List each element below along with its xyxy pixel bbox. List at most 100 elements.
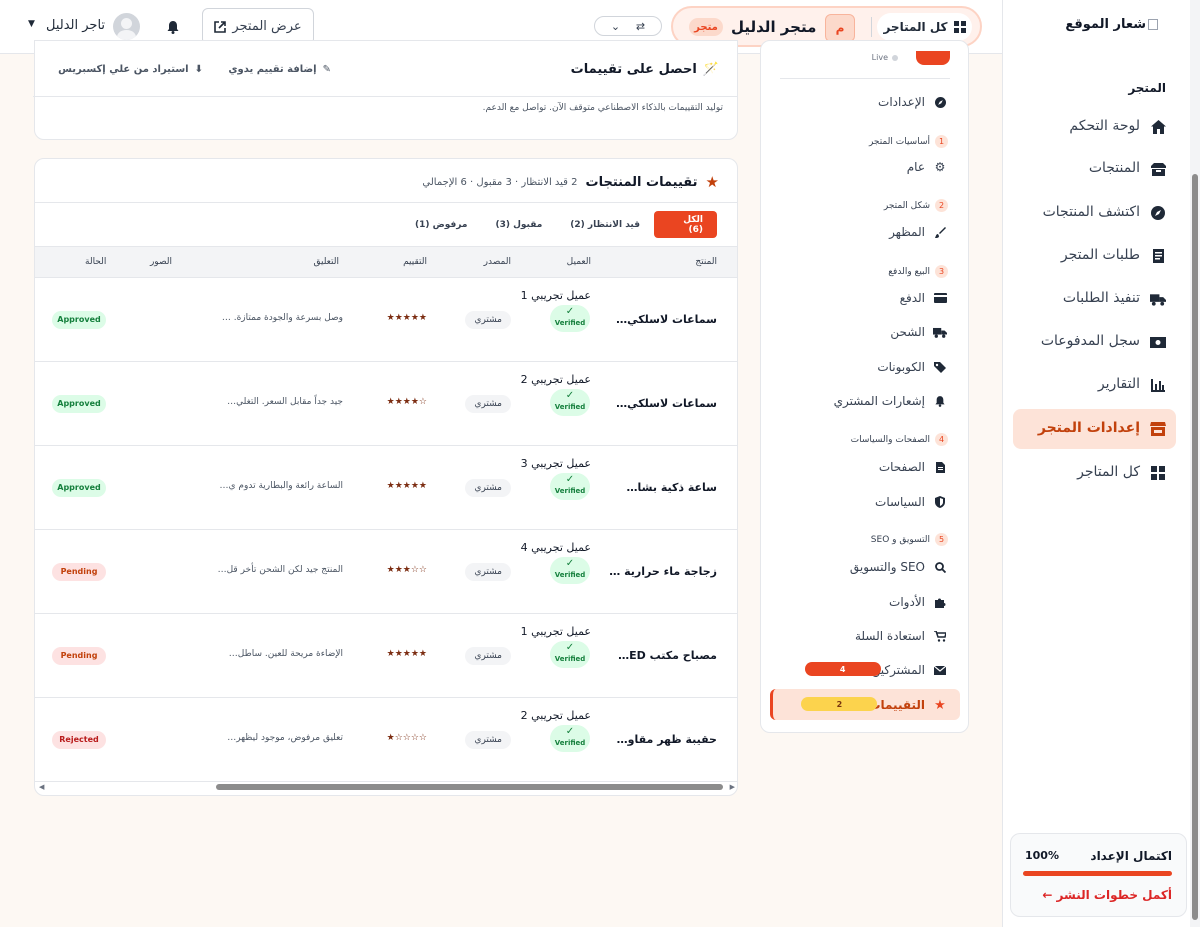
col-source: المصدر [483,257,511,267]
tab-rejected[interactable]: مرفوض (1) [401,211,481,238]
row-product[interactable]: زجاجة ماء حرارية … [609,565,717,578]
settings-group-pages: 4 الصفحات والسياسات [851,433,948,446]
view-store-label: عرض المتجر [232,19,302,34]
user-name[interactable]: تاجر الدليل [46,18,105,33]
caret-down-icon[interactable]: ▼ [28,19,35,29]
bell-icon [167,20,179,34]
settings-item-policies[interactable]: السياسات [875,491,948,513]
row-status-badge[interactable]: Pending [52,563,106,581]
add-manual-review-button[interactable]: ✎ إضافة تقييم يدوي [228,64,331,75]
row-product[interactable]: سماعات لاسلكي… [616,313,717,326]
settings-item-settings[interactable]: الإعدادات [878,91,948,113]
tab-all[interactable]: الكل (6) [654,211,717,238]
table-row[interactable]: ساعة ذكية بشا… عميل تجريبي 3 ✓ Verified م… [35,446,737,530]
settings-item-payment[interactable]: الدفع [900,287,948,309]
settings-item-label: SEO والتسويق [849,560,925,574]
settings-item-shipping[interactable]: الشحن [890,321,948,343]
site-logo[interactable]: شعار الموقع [1065,17,1158,32]
settings-item-reviews[interactable]: ★ التقييمات 2 [801,694,948,716]
table-row[interactable]: زجاجة ماء حرارية … عميل تجريبي 4 ✓ Verifi… [35,530,737,614]
sidebar-item-store-settings[interactable]: إعدادات المتجر [1013,409,1176,449]
table-row[interactable]: حقيبة ظهر مقاو… عميل تجريبي 2 ✓ Verified … [35,698,737,782]
reviews-title: تقييمات المنتجات [585,174,698,190]
subscribers-count-badge: 4 [804,662,881,676]
sidebar-item-orders[interactable]: طلبات المتجر [1013,236,1176,276]
brush-icon [932,224,948,240]
settings-item-tools[interactable]: الأدوات [889,591,948,613]
scroll-left-icon[interactable]: ◀ [39,783,44,791]
chart-icon [1150,377,1166,393]
settings-item-appearance[interactable]: المظهر [889,221,948,243]
row-status-badge[interactable]: Rejected [52,731,106,749]
sidebar-scrollbar[interactable] [1190,0,1200,927]
group-number: 1 [935,135,948,148]
notifications-button[interactable] [163,17,183,37]
reviews-header: ★ تقييمات المنتجات 2 قيد الانتظار · 3 مق… [422,173,719,191]
row-comment: تعليق مرفوض، موجود ليظهر… [227,733,343,743]
sidebar-item-label: لوحة التحكم [1069,118,1140,134]
settings-item-seo[interactable]: SEO والتسويق [850,556,948,578]
table-header: المنتج العميل المصدر التقييم التعليق الص… [35,246,737,278]
row-product[interactable]: مصباح مكتب ED… [618,649,717,662]
scrollbar-thumb[interactable] [216,784,723,790]
reviews-table: المنتج العميل المصدر التقييم التعليق الص… [35,246,737,782]
user-avatar[interactable] [113,13,140,40]
scrollbar-thumb[interactable] [1192,174,1198,920]
table-row[interactable]: سماعات لاسلكي… عميل تجريبي 1 ✓ Verified م… [35,278,737,362]
group-number: 3 [935,265,948,278]
verified-label: Verified [554,739,586,747]
table-row[interactable]: مصباح مكتب ED… عميل تجريبي 1 ✓ Verified م… [35,614,737,698]
sidebar-item-all-stores[interactable]: كل المتاجر [1013,453,1176,493]
table-row[interactable]: سماعات لاسلكي… عميل تجريبي 2 ✓ Verified م… [35,362,737,446]
row-customer: عميل تجريبي 1 ✓ Verified [521,288,591,332]
row-status-badge[interactable]: Approved [52,479,106,497]
sidebar-item-label: كل المتاجر [1077,464,1140,480]
all-stores-button[interactable]: كل المتاجر [877,13,972,41]
verified-label: Verified [554,655,586,663]
settings-item-buyer-notifications[interactable]: إشعارات المشتري [834,390,948,412]
setup-title: اكتمال الإعداد [1090,849,1172,863]
row-source-badge: مشتري [465,563,511,581]
row-product[interactable]: سماعات لاسلكي… [616,397,717,410]
verified-label: Verified [554,487,586,495]
sidebar-item-fulfillment[interactable]: تنفيذ الطلبات [1013,279,1176,319]
row-status-badge[interactable]: Approved [52,311,106,329]
setup-progress-card: اكتمال الإعداد 100% أكمل خطوات النشر ← [1010,833,1187,917]
grid-icon [953,21,966,33]
sidebar-item-payments[interactable]: سجل المدفوعات [1013,322,1176,362]
reviews-summary: 2 قيد الانتظار · 3 مقبول · 6 الإجمالي [422,176,578,188]
chevron-down-icon: ⌄ [610,19,621,33]
puzzle-icon [932,594,948,610]
settings-item-label: المظهر [889,225,925,239]
row-rating-stars: ★★★★★ [386,313,427,323]
tab-pending[interactable]: قيد الانتظار (2) [556,211,654,238]
tab-approved[interactable]: مقبول (3) [481,211,556,238]
scroll-right-icon[interactable]: ▶ [730,783,735,791]
settings-item-label: عام [906,160,925,174]
sidebar-item-products[interactable]: المنتجات [1013,149,1176,189]
sidebar-item-label: التقارير [1097,376,1140,392]
settings-item-pages[interactable]: الصفحات [879,456,948,478]
settings-group-sales: 3 البيع والدفع [888,265,948,278]
home-icon [1150,119,1166,135]
settings-item-subscribers[interactable]: المشتركين 4 [804,659,948,681]
live-indicator: Live [872,53,898,62]
settings-item-cart-recovery[interactable]: استعادة السلة [855,625,948,647]
settings-item-general[interactable]: ⚙ عام [907,156,948,178]
row-status-badge[interactable]: Pending [52,647,106,665]
bell-icon [932,393,948,409]
search-icon [932,559,948,575]
horizontal-scrollbar[interactable]: ◀ ▶ [35,781,737,793]
row-product[interactable]: ساعة ذكية بشا… [627,481,717,494]
complete-publish-link[interactable]: أكمل خطوات النشر ← [1042,888,1172,902]
swap-icon: ⇄ [635,19,646,33]
check-icon: ✓ [565,558,575,569]
sidebar-item-discover[interactable]: اكتشف المنتجات [1013,193,1176,233]
row-status-badge[interactable]: Approved [52,395,106,413]
row-product[interactable]: حقيبة ظهر مقاو… [617,733,717,746]
store-toggle[interactable]: ⇄ ⌄ [594,16,662,36]
settings-item-coupons[interactable]: الكوبونات [877,356,948,378]
sidebar-item-dashboard[interactable]: لوحة التحكم [1013,107,1176,147]
sidebar-item-reports[interactable]: التقارير [1013,365,1176,405]
import-aliexpress-button[interactable]: ⬇ استيراد من علي إكسبريس [58,64,203,75]
